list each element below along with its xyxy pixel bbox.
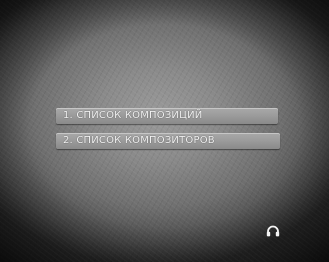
tv-menu-screen: 1. СПИСОК КОМПОЗИЦИЙ 2. СПИСОК КОМПОЗИТО… — [0, 0, 329, 262]
menu-item-composers-list[interactable]: 2. СПИСОК КОМПОЗИТОРОВ — [56, 133, 280, 149]
menu-item-label: 1. СПИСОК КОМПОЗИЦИЙ — [63, 110, 203, 121]
menu-item-label: 2. СПИСОК КОМПОЗИТОРОВ — [63, 135, 215, 146]
main-menu: 1. СПИСОК КОМПОЗИЦИЙ 2. СПИСОК КОМПОЗИТО… — [56, 108, 280, 158]
menu-item-compositions-list[interactable]: 1. СПИСОК КОМПОЗИЦИЙ — [56, 108, 278, 124]
headphones-icon — [266, 225, 280, 237]
